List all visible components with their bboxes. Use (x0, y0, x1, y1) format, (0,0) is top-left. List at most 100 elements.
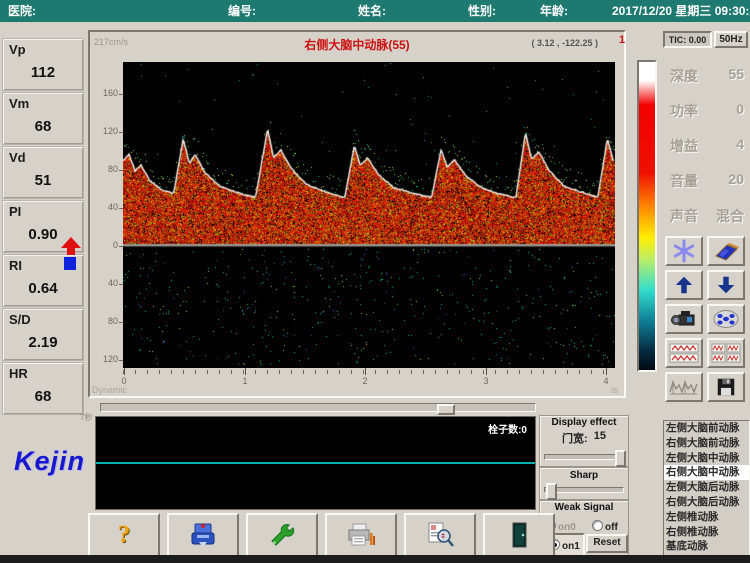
tcd-workstation-window: 医院: 编号: 姓名: 性别: 年龄: 2017/12/20 星期三 09:30… (0, 0, 750, 563)
sharp-group: Sharp (539, 467, 629, 500)
artery-item[interactable]: 基底动脉 (664, 539, 749, 554)
probe-icon (713, 239, 739, 263)
y-tick-label: 0 (96, 240, 118, 250)
patient-info-bar: 医院: 编号: 姓名: 性别: 年龄: 2017/12/20 星期三 09:30… (0, 0, 750, 22)
envelope-trace-button[interactable] (665, 372, 703, 402)
blue-marker-icon (64, 257, 76, 270)
help-button[interactable]: ? (88, 513, 160, 557)
y-tick-label: 80 (96, 164, 118, 174)
record-button[interactable] (707, 304, 745, 334)
y-tick-label: 120 (96, 354, 118, 364)
printer-icon (345, 521, 377, 549)
measurement-vp: Vp 112 (2, 38, 84, 91)
y-tick-label: 120 (96, 126, 118, 136)
save-disk-icon (715, 376, 737, 398)
measurement-vm: Vm 68 (2, 92, 84, 145)
hospital-label: 医院: (8, 0, 36, 22)
single-trace-button[interactable] (665, 338, 703, 368)
artery-item[interactable]: 左侧大脑后动脉 (664, 480, 749, 495)
print-button[interactable] (325, 513, 397, 557)
function-button-grid (665, 236, 749, 402)
x-axis-minor-ticks (123, 370, 615, 374)
sharp-slider[interactable] (544, 487, 624, 493)
weak-signal-title: Weak Signal (540, 502, 628, 513)
artery-item[interactable]: 右侧大脑前动脉 (664, 436, 749, 451)
x-tick-label: 2 (359, 376, 371, 386)
gate-width-slider-thumb[interactable] (615, 450, 626, 467)
settings-button[interactable] (246, 513, 318, 557)
doppler-spectrum-canvas[interactable] (123, 62, 615, 368)
save-button[interactable] (707, 372, 745, 402)
radio-off[interactable]: off (592, 517, 618, 535)
display-effect-title: Display effect (540, 417, 628, 428)
report-button[interactable] (404, 513, 476, 557)
param-gain: 增益 4 (664, 136, 750, 159)
embolus-monitor-panel: 栓子数:0 (95, 416, 536, 510)
envelope-trace-icon (669, 376, 699, 398)
param-volume: 音量 20 (664, 171, 750, 194)
main-toolbar: ? (88, 513, 555, 557)
sharp-title: Sharp (540, 470, 628, 481)
help-icon: ? (118, 521, 131, 549)
single-trace-icon (669, 341, 699, 365)
y-tick-label: 40 (96, 278, 118, 288)
artery-list: 左侧大脑前动脉 右侧大脑前动脉 左侧大脑中动脉 右侧大脑中动脉 左侧大脑后动脉 … (663, 420, 750, 556)
gate-width-label: 门宽: (562, 430, 588, 446)
device-parameters: 深度 55 功率 0 增益 4 音量 20 声音 混合 (664, 66, 750, 229)
film-reel-icon (712, 308, 740, 330)
x-tick-label: 1 (239, 376, 251, 386)
artery-item[interactable]: 右侧椎动脉 (664, 525, 749, 540)
cursor-readout: ( 3.12 , -122.25 ) (531, 38, 598, 48)
doppler-spectrum-panel: 217cm/s 右侧大脑中动脉(55) ( 3.12 , -122.25 ) 1… (88, 30, 626, 398)
camera-icon (670, 308, 698, 330)
prf-frequency-button[interactable]: 50Hz (714, 31, 748, 48)
exit-door-icon (506, 521, 532, 549)
embolus-count-label: 栓子数:0 (488, 421, 527, 436)
depth-down-button[interactable] (707, 270, 745, 300)
artery-item[interactable]: 左侧大脑前动脉 (664, 421, 749, 436)
y-tick-label: 80 (96, 316, 118, 326)
embolus-baseline (96, 462, 535, 464)
embolus-window-label: 7秒 (80, 412, 92, 423)
archive-button[interactable] (167, 513, 239, 557)
artery-item[interactable]: 右侧大脑中动脉 (664, 465, 749, 480)
quad-trace-button[interactable] (707, 338, 745, 368)
freeze-button[interactable] (665, 236, 703, 266)
artery-item[interactable]: 左侧椎动脉 (664, 510, 749, 525)
x-unit-label: /s (611, 385, 618, 395)
probe-button[interactable] (707, 236, 745, 266)
quad-trace-icon (711, 341, 741, 365)
time-scrollbar[interactable] (100, 403, 536, 412)
archive-icon (188, 521, 218, 549)
time-scrollbar-thumb[interactable] (437, 404, 455, 415)
bottom-edge-bar (0, 555, 750, 563)
reset-button[interactable]: Reset (586, 534, 628, 553)
artery-item[interactable]: 右侧大脑后动脉 (664, 495, 749, 510)
measurement-sd: S/D 2.19 (2, 308, 84, 361)
measurement-hr: HR 68 (2, 362, 84, 415)
x-tick-label: 3 (480, 376, 492, 386)
red-up-arrow-icon (61, 237, 81, 248)
dynamic-mode-label: Dynamic (92, 385, 127, 395)
radio-off-circle[interactable] (592, 520, 603, 531)
age-label: 年龄: (540, 0, 568, 22)
param-sound: 声音 混合 (664, 206, 750, 229)
flow-direction-indicator (60, 237, 82, 273)
y-tick-label: 40 (96, 202, 118, 212)
wrench-icon (267, 521, 297, 549)
artery-item[interactable]: 左侧大脑中动脉 (664, 451, 749, 466)
name-label: 姓名: (358, 0, 386, 22)
exam-id-label: 编号: (228, 0, 256, 22)
measurement-vd: Vd 51 (2, 146, 84, 199)
exit-button[interactable] (483, 513, 555, 557)
param-power: 功率 0 (664, 101, 750, 124)
datetime-label: 2017/12/20 星期三 09:30:20 (612, 0, 750, 22)
capture-button[interactable] (665, 304, 703, 334)
gender-label: 性别: (468, 0, 496, 22)
gate-width-slider[interactable] (544, 454, 624, 460)
arrow-up-icon (673, 274, 695, 296)
channel-number: 1 (619, 34, 625, 46)
depth-up-button[interactable] (665, 270, 703, 300)
sharp-slider-thumb[interactable] (546, 483, 557, 500)
tic-readout: TIC: 0.00 (663, 31, 712, 48)
